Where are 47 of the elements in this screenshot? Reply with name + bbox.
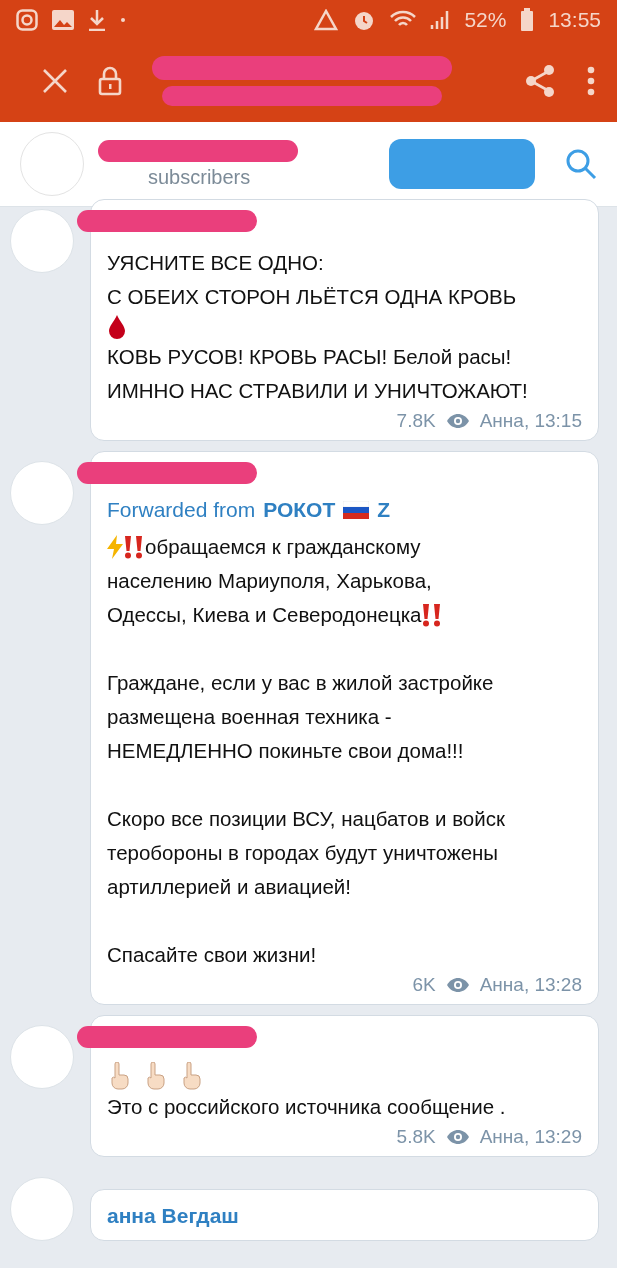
message-text: НЕМЕДЛЕННО покиньте свои дома!!!: [107, 738, 464, 764]
message-text: ИМННО НАС СТРАВИЛИ И УНИЧТОЖАЮТ!: [107, 378, 528, 404]
close-icon[interactable]: [42, 68, 68, 94]
subscriber-count: subscribers: [148, 165, 252, 189]
forwarded-label: Forwarded from: [107, 498, 256, 522]
message-text: теробороны в городах будут уничтожены: [107, 840, 499, 866]
clock: 13:55: [548, 8, 601, 32]
battery-percent: 52%: [464, 8, 507, 32]
message-text: Это с российского источника сообщение .: [107, 1094, 506, 1120]
message-text: С ОБЕИХ СТОРОН ЛЬЁТСЯ ОДНА КРОВЬ: [107, 284, 517, 310]
image-icon: [52, 10, 74, 30]
source-suffix: Z: [377, 498, 391, 522]
battery-icon: [520, 8, 535, 32]
lock-icon: [98, 66, 122, 96]
blood-drop-icon: [107, 314, 127, 340]
lightning-icon: [107, 535, 123, 559]
view-count: 5.8K: [396, 1126, 436, 1148]
message-text: обращаемся к гражданскому: [145, 534, 421, 560]
download-icon: [88, 9, 106, 31]
eye-icon: [445, 977, 470, 993]
instagram-icon: [16, 9, 38, 31]
message-text: УЯСНИТЕ ВСЕ ОДНО:: [107, 250, 324, 276]
source-name[interactable]: РОКОТ: [263, 498, 336, 522]
search-icon[interactable]: [565, 148, 597, 180]
view-count: 6K: [412, 974, 436, 996]
eye-icon: [445, 413, 470, 429]
join-button[interactable]: [389, 139, 535, 189]
message-text: населению Мариуполя, Харькова,: [107, 568, 432, 594]
double-exclamation-icon: [123, 535, 145, 559]
message-text: размещена военная техника -: [107, 704, 392, 730]
signal-icon: [430, 9, 451, 31]
message-text: Граждане, если у вас в жилой застройке: [107, 670, 494, 696]
message-signature: Анна, 13:28: [479, 974, 582, 996]
flag-icon: [343, 501, 370, 519]
eye-icon: [445, 1129, 470, 1145]
message-signature: Анна, 13:15: [479, 410, 582, 432]
message-text: Спасайте свои жизни!: [107, 942, 317, 968]
author-name[interactable]: анна Вегдаш: [107, 1200, 582, 1232]
message-signature: Анна, 13:29: [479, 1126, 582, 1148]
message-text: артиллерией и авиацией!: [107, 874, 351, 900]
more-icon[interactable]: [587, 66, 595, 96]
dot-icon: [120, 17, 126, 23]
message-text: Скоро все позиции ВСУ, нацбатов и войск: [107, 806, 505, 832]
share-icon[interactable]: [523, 64, 557, 98]
message-text: КОВЬ РУСОВ! КРОВЬ РАСЫ! Белой расы!: [107, 344, 512, 370]
message-text: Одессы, Киева и Северодонецка: [107, 602, 422, 628]
view-count: 7.8K: [396, 410, 436, 432]
